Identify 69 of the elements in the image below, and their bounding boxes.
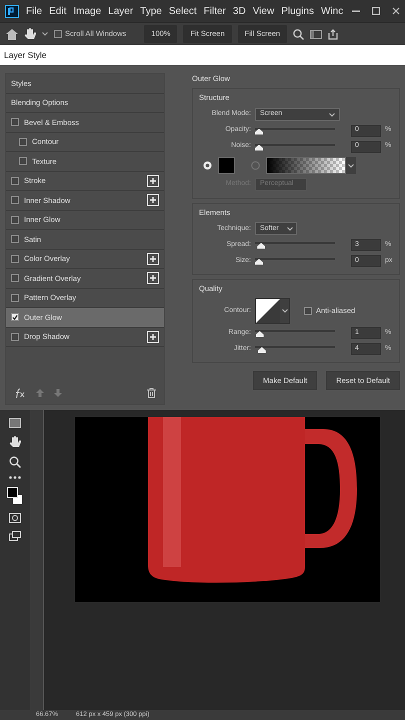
panel-toggle-icon[interactable]	[310, 30, 322, 38]
slider-thumb[interactable]	[255, 144, 263, 150]
add-icon[interactable]	[147, 272, 159, 284]
color-swatches-icon[interactable]	[7, 487, 23, 505]
add-icon[interactable]	[147, 252, 159, 265]
add-icon[interactable]	[147, 330, 159, 343]
slider-thumb[interactable]	[255, 128, 263, 134]
checkbox[interactable]	[11, 313, 19, 322]
checkbox[interactable]	[11, 196, 19, 204]
checkbox[interactable]	[11, 332, 19, 341]
checkbox[interactable]	[11, 176, 19, 185]
menu-item[interactable]: Winc	[321, 4, 344, 18]
hand-icon[interactable]	[24, 28, 36, 40]
slider-thumb[interactable]	[257, 242, 266, 249]
menu-item[interactable]: View	[252, 4, 274, 18]
zoom-tool-icon[interactable]	[9, 456, 21, 468]
slider-track[interactable]	[255, 256, 335, 265]
menu-item[interactable]: Type	[140, 4, 162, 18]
color-swatch[interactable]	[218, 157, 235, 174]
slider-track[interactable]	[255, 142, 335, 150]
gradient-dropdown-button[interactable]	[346, 157, 356, 174]
add-icon[interactable]	[147, 174, 159, 187]
slider-track[interactable]	[255, 345, 335, 353]
close-icon[interactable]	[392, 7, 400, 15]
menu-item[interactable]: Image	[73, 4, 102, 18]
menu-item[interactable]: Layer	[108, 4, 134, 18]
quick-mask-icon[interactable]	[9, 513, 21, 523]
dialog-title: Layer Style	[0, 45, 405, 65]
checkbox[interactable]	[11, 254, 19, 263]
contour-preview-icon	[256, 299, 280, 323]
maximize-icon[interactable]	[372, 7, 380, 15]
slider-track[interactable]	[255, 126, 335, 134]
more-tools-icon[interactable]	[9, 476, 21, 479]
menu-item[interactable]: Filter	[204, 4, 226, 18]
gradient-swatch[interactable]	[266, 157, 346, 174]
slider-track[interactable]	[255, 329, 335, 337]
radio-button[interactable]	[203, 161, 212, 170]
chevron-down-icon	[286, 226, 293, 231]
menu-item[interactable]: 3D	[232, 4, 246, 18]
checkbox[interactable]	[19, 138, 27, 146]
checkbox[interactable]	[11, 274, 19, 282]
checkbox[interactable]	[11, 118, 19, 126]
slider-thumb[interactable]	[256, 331, 264, 337]
caret-icon[interactable]	[42, 32, 48, 36]
chevron-down-icon	[329, 112, 335, 116]
radio-button[interactable]	[251, 161, 260, 170]
add-icon[interactable]	[147, 194, 159, 206]
share-icon[interactable]	[328, 28, 338, 40]
hand-tool-icon[interactable]	[9, 436, 21, 448]
checkbox[interactable]	[11, 216, 19, 224]
checkbox[interactable]	[11, 294, 19, 302]
chevron-down-icon	[282, 309, 288, 313]
app-logo-icon	[5, 4, 19, 18]
home-icon[interactable]	[6, 28, 18, 40]
menu-item[interactable]: Plugins	[281, 4, 314, 18]
slider-thumb[interactable]	[258, 347, 266, 353]
slider-thumb[interactable]	[255, 258, 263, 265]
checkbox[interactable]	[19, 157, 27, 166]
screen-mode-icon[interactable]	[9, 531, 21, 541]
contour-picker[interactable]	[255, 298, 290, 324]
chevron-down-icon	[348, 164, 354, 168]
fx-icon[interactable]	[14, 388, 26, 398]
menu-item[interactable]: Edit	[49, 4, 66, 18]
checkbox[interactable]	[11, 235, 19, 244]
slider-track[interactable]	[255, 240, 335, 249]
trash-icon[interactable]	[147, 388, 156, 398]
search-icon[interactable]	[293, 28, 304, 40]
menu-item[interactable]: Select	[168, 4, 197, 18]
menu-item[interactable]: File	[26, 4, 42, 18]
